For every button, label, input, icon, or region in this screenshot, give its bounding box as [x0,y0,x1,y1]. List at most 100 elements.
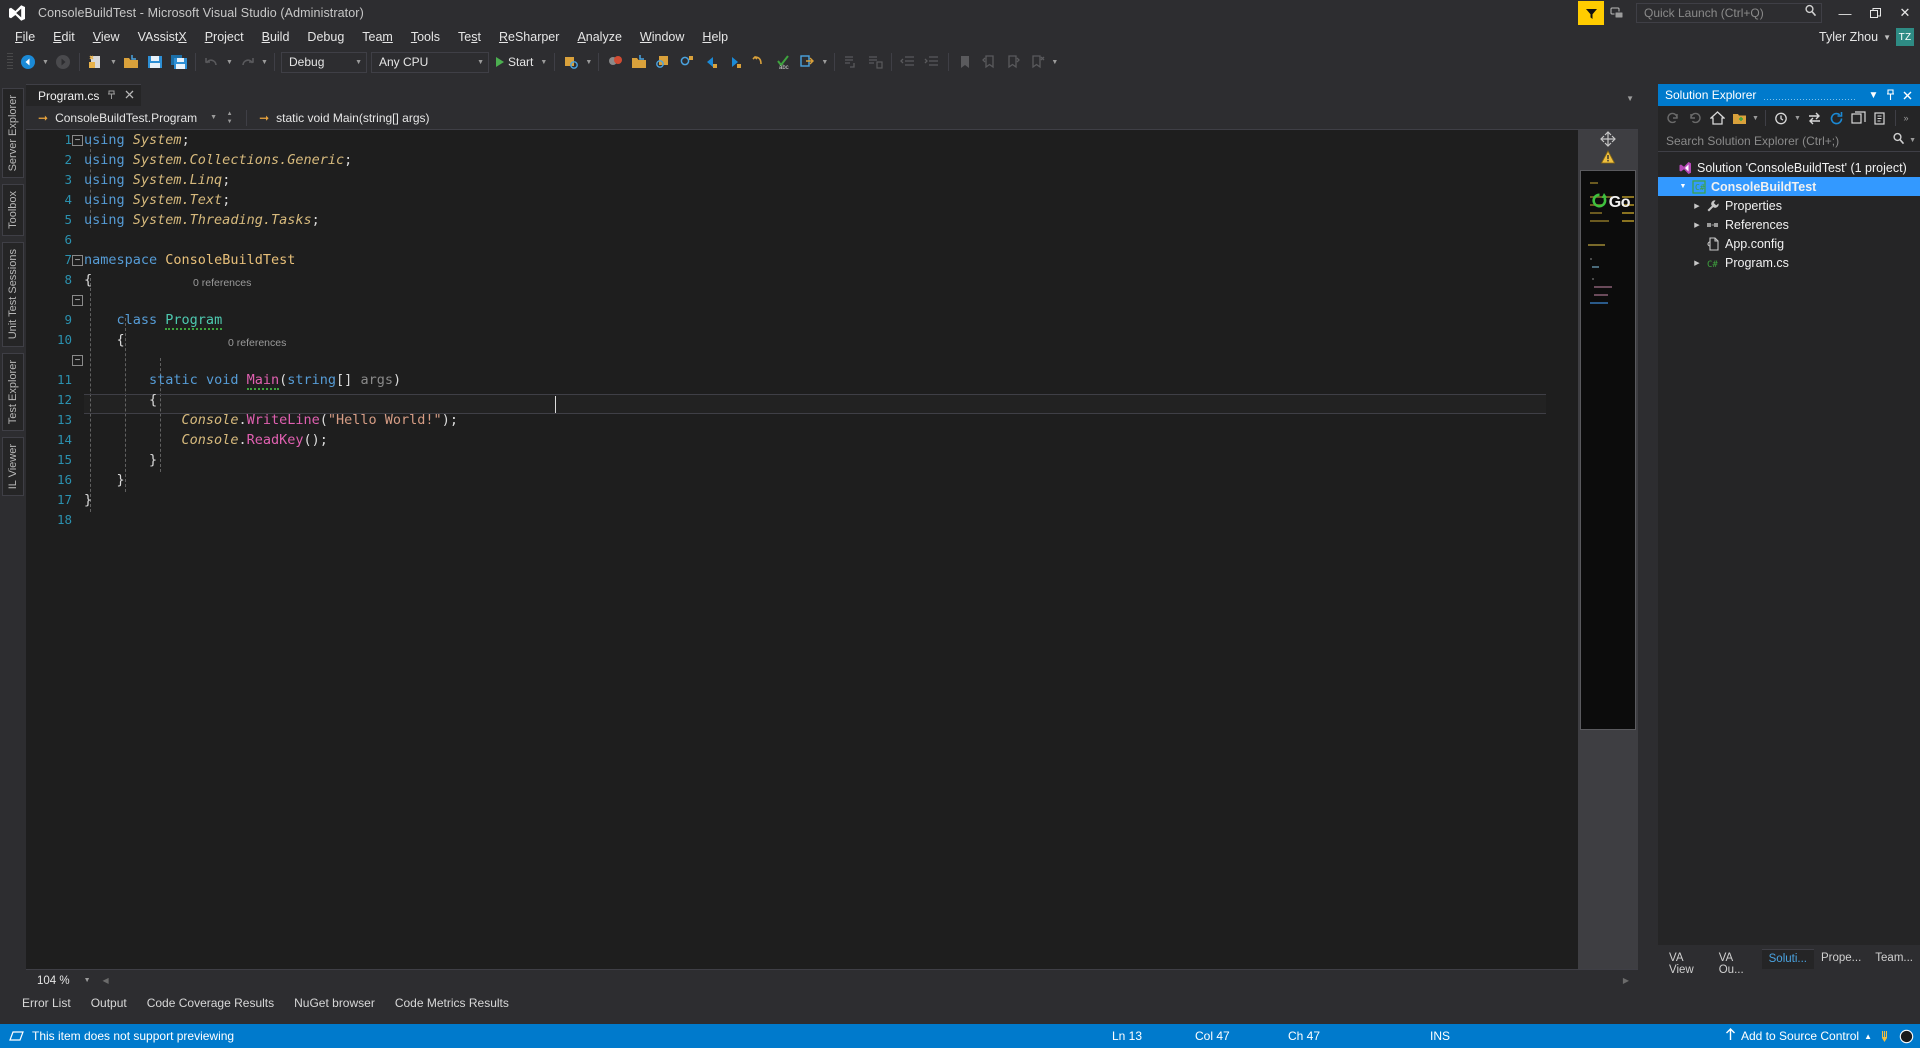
new-item-dropdown-icon[interactable]: ▼ [108,51,119,73]
menu-edit[interactable]: Edit [44,28,84,46]
code-line[interactable]: using System.Collections.Generic; [84,150,458,170]
goto-implementation-icon[interactable] [796,51,818,73]
chevron-right-icon[interactable]: ▶ [1690,218,1704,232]
undo-parse-icon[interactable] [748,51,770,73]
left-tab-unit-test-sessions[interactable]: Unit Test Sessions [2,242,24,347]
document-tab-program-cs[interactable]: Program.cs [26,84,142,106]
properties-window-icon[interactable] [1869,107,1891,129]
scroll-left-icon[interactable]: ◀ [100,974,112,988]
bottom-tab-code-coverage-results[interactable]: Code Coverage Results [137,994,284,1012]
horizontal-scrollbar[interactable]: ◀ ▶ [100,974,1632,988]
save-all-icon[interactable] [168,51,190,73]
step-back-icon[interactable] [700,51,722,73]
zoom-level-combo[interactable]: 104 % ▼ [32,972,94,990]
minimize-button[interactable]: — [1830,0,1860,26]
menu-resharper[interactable]: ReSharper [490,28,568,46]
open-file-icon[interactable] [120,51,142,73]
code-line[interactable]: { [84,270,458,290]
scroll-map-column[interactable] [1578,130,1638,969]
code-line[interactable]: { [84,390,458,410]
close-icon[interactable] [124,89,135,103]
member-navigation-combo[interactable]: ➞ static void Main(string[] args) [253,107,431,129]
attach-dropdown-icon[interactable]: ▼ [583,51,594,73]
menu-view[interactable]: View [84,28,129,46]
bottom-tab-code-metrics-results[interactable]: Code Metrics Results [385,994,519,1012]
close-icon[interactable] [1899,85,1916,105]
chevron-down-icon[interactable]: ▼ [1792,107,1803,129]
code-line[interactable]: } [84,450,458,470]
left-tab-il-viewer[interactable]: IL Viewer [2,436,24,497]
code-line[interactable] [84,510,458,530]
pin-icon[interactable] [1882,85,1899,105]
chevron-down-icon[interactable]: ▼ [1676,180,1690,194]
avatar[interactable]: TZ [1896,28,1914,46]
code-line[interactable]: using System.Threading.Tasks; [84,210,458,230]
se-tab-team[interactable]: Team... [1868,949,1920,969]
toolbar-overflow-icon[interactable]: ▼ [819,51,830,73]
step-forward-icon[interactable] [724,51,746,73]
pin-icon[interactable] [106,89,117,103]
quick-launch-input[interactable] [1644,6,1804,20]
find-in-files-icon[interactable] [628,51,650,73]
code-line[interactable]: } [84,470,458,490]
menu-analyze[interactable]: Analyze [568,28,630,46]
left-tab-toolbox[interactable]: Toolbox [2,184,24,237]
code-line[interactable]: using System; [84,130,458,150]
code-line[interactable]: class Program [84,310,458,330]
bottom-tab-error-list[interactable]: Error List [12,994,81,1012]
tree-item-app-config[interactable]: App.config [1658,234,1920,253]
bottom-tab-output[interactable]: Output [81,994,137,1012]
search-input[interactable] [1666,133,1893,148]
home-icon[interactable] [1706,107,1728,129]
quick-launch-box[interactable] [1636,3,1822,23]
left-tab-test-explorer[interactable]: Test Explorer [2,352,24,431]
solution-explorer-search[interactable]: ▼ [1658,130,1920,152]
menu-team[interactable]: Team [353,28,402,46]
left-tab-server-explorer[interactable]: Server Explorer [2,88,24,179]
quick-find-icon[interactable] [676,51,698,73]
show-all-files-icon[interactable] [1728,107,1750,129]
code-line[interactable]: using System.Linq; [84,170,458,190]
chevron-down-icon[interactable]: ▼ [1883,33,1891,42]
navigate-back-icon[interactable] [17,51,39,73]
resharper-badge-icon[interactable] [1578,1,1604,25]
tree-item-properties[interactable]: ▶ Properties [1658,196,1920,215]
tree-item-references[interactable]: ▶ References [1658,215,1920,234]
close-button[interactable]: ✕ [1890,0,1920,26]
attach-to-process-icon[interactable] [560,51,582,73]
back-dropdown-icon[interactable]: ▼ [40,51,51,73]
warning-triangle-icon[interactable] [1578,148,1638,166]
se-tab-va-view[interactable]: VA View [1662,949,1712,976]
se-tab-va-ou[interactable]: VA Ou... [1712,949,1762,976]
menu-help[interactable]: Help [693,28,737,46]
tree-item-solution-consolebuildtest-1-project[interactable]: Solution 'ConsoleBuildTest' (1 project) [1658,158,1920,177]
code-line[interactable] [84,230,458,250]
menu-project[interactable]: Project [196,28,253,46]
menu-vassistx[interactable]: VAssistX [129,28,196,46]
code-line[interactable]: Console.WriteLine("Hello World!"); [84,410,458,430]
resharper-go-button[interactable]: Go [1591,192,1631,214]
toolbar-overflow-icon[interactable]: » [1900,107,1912,129]
user-name-label[interactable]: Tyler Zhou [1819,30,1878,44]
pending-changes-icon[interactable] [1770,107,1792,129]
code-line[interactable]: { [84,330,458,350]
send-feedback-icon[interactable] [1604,1,1630,25]
tree-item-program-cs[interactable]: ▶ C# Program.cs [1658,253,1920,272]
restore-button[interactable] [1860,0,1890,26]
tree-item-consolebuildtest[interactable]: ▼ C# ConsoleBuildTest [1658,177,1920,196]
save-icon[interactable] [144,51,166,73]
refactor-icon[interactable] [604,51,626,73]
code-editor[interactable]: − − − − 0 references 0 references 123456… [26,130,1638,969]
toolbar-overflow-icon[interactable]: ▼ [1049,51,1060,73]
code-line[interactable]: } [84,490,458,510]
chevron-down-icon[interactable]: ▼ [540,59,547,66]
chevron-down-icon[interactable]: ▼ [1750,107,1761,129]
code-line[interactable]: static void Main(string[] args) [84,370,458,390]
new-item-icon[interactable] [85,51,107,73]
add-to-source-control-button[interactable]: Add to Source Control ▲ [1725,1028,1872,1044]
chevron-down-icon[interactable]: ▼ [1865,85,1882,105]
solution-configuration-combo[interactable]: Debug ▼ [281,51,367,73]
se-tab-soluti[interactable]: Soluti... [1761,949,1814,969]
chevron-down-icon[interactable]: ▼ [1626,94,1634,103]
find-symbol-icon[interactable] [652,51,674,73]
